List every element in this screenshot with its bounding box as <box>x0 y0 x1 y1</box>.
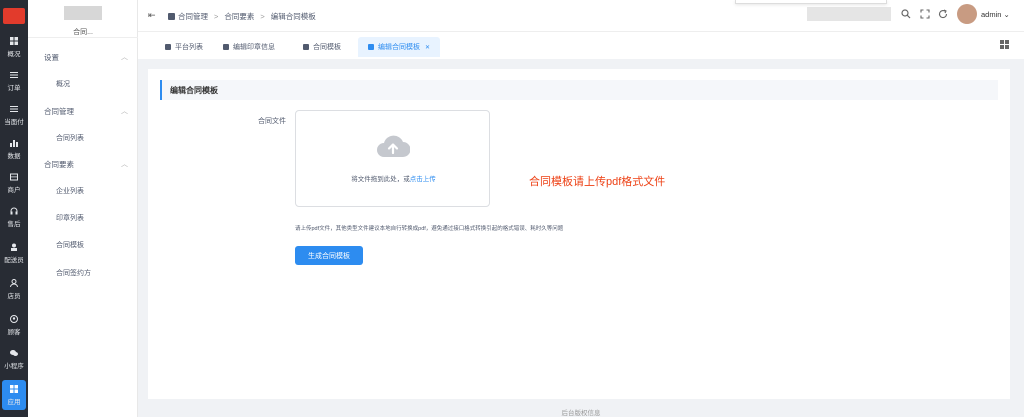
upload-note: 合同模板请上传pdf格式文件 <box>529 176 666 188</box>
rail-item-label: 店员 <box>7 292 21 300</box>
cloud-upload-icon <box>377 135 410 157</box>
module-logo <box>64 6 102 20</box>
rail-item-label: 小程序 <box>4 362 24 370</box>
breadcrumb-item[interactable]: 合同管理 <box>178 11 208 22</box>
close-icon[interactable]: ✕ <box>425 44 430 51</box>
rail-item-label: 订单 <box>7 84 21 92</box>
store-icon <box>10 173 18 180</box>
rail-item-label: 配送员 <box>4 256 24 264</box>
menu-collapse-icon[interactable]: ⇤ <box>148 10 156 21</box>
chevron-up-icon: ︿ <box>121 54 128 61</box>
tab-edit-seal[interactable]: 编辑印章信息 <box>213 37 285 57</box>
tab-platform-list[interactable]: 平台列表 <box>155 37 213 57</box>
chevron-up-icon: ︿ <box>121 161 128 168</box>
footer-copyright: 后台版权信息 <box>561 410 601 417</box>
content-card: 编辑合同模板 合同文件 将文件拖到此处，或点击上传 合同模板请上传pdf格式文件… <box>148 69 1010 399</box>
rail-item-orders[interactable]: 订单 <box>0 66 28 96</box>
breadcrumb-separator: > <box>260 12 265 21</box>
tab-label: 平台列表 <box>175 44 203 51</box>
sidebar-divider <box>28 37 138 38</box>
sidebar-item-company-list[interactable]: 企业列表 <box>56 186 84 196</box>
chevron-down-icon: ⌄ <box>1003 10 1010 19</box>
document-icon <box>168 13 175 20</box>
section-title: 编辑合同模板 <box>160 80 998 100</box>
dropdown-popup-edge <box>735 0 887 4</box>
tab-edit-contract-template[interactable]: 编辑合同模板 ✕ <box>358 37 441 57</box>
user-menu[interactable]: admin ⌄ <box>981 10 1010 19</box>
bar-chart-icon <box>10 139 18 147</box>
document-icon <box>368 44 374 50</box>
rail-item-apps[interactable]: 应用 <box>2 380 26 410</box>
rail-item-miniprogram[interactable]: 小程序 <box>0 344 28 374</box>
rail-item-overview[interactable]: 概况 <box>0 32 28 62</box>
rail-item-merchant[interactable]: 商户 <box>0 168 28 198</box>
breadcrumb-separator: > <box>214 12 219 21</box>
rail-item-label: 概况 <box>7 50 21 58</box>
upload-text: 将文件拖到此处，或 <box>351 176 410 183</box>
customer-icon <box>10 314 18 323</box>
rail-item-label: 顾客 <box>7 328 21 336</box>
upload-instructions: 将文件拖到此处，或点击上传 <box>296 173 491 183</box>
redacted-block <box>807 7 891 21</box>
rail-item-courier[interactable]: 配送员 <box>0 238 28 268</box>
rail-item-label: 数据 <box>7 152 21 160</box>
sub-sidebar: 合同... 设置 ︿ 概况 合同管理 ︿ 合同列表 合同要素 ︿ 企业列表 印章… <box>28 0 138 417</box>
generate-template-button[interactable]: 生成合同模板 <box>295 246 363 265</box>
chevron-up-icon: ︿ <box>121 108 128 115</box>
sidebar-item-seal-list[interactable]: 印章列表 <box>56 213 84 223</box>
rail-item-customer[interactable]: 顾客 <box>0 310 28 340</box>
sidebar-group-settings[interactable]: 设置 ︿ <box>44 52 128 63</box>
module-title: 合同... <box>73 29 93 36</box>
sidebar-item-contract-parties[interactable]: 合同签约方 <box>56 268 91 278</box>
refresh-icon[interactable] <box>938 9 948 19</box>
document-icon <box>303 44 309 50</box>
tab-label: 合同模板 <box>313 44 341 51</box>
headset-icon <box>10 207 18 214</box>
rail-item-data[interactable]: 数据 <box>0 134 28 164</box>
main-nav-rail: 概况 订单 当面付 数据 商户 售后 配送员 店员 顾客 小程序 应用 <box>0 0 28 417</box>
rail-item-label: 售后 <box>7 220 21 228</box>
apps-icon <box>10 384 18 393</box>
breadcrumb-item[interactable]: 合同要素 <box>224 11 254 22</box>
fullscreen-icon[interactable] <box>920 9 930 19</box>
document-icon <box>223 44 229 50</box>
sidebar-group-label: 合同管理 <box>44 107 74 116</box>
chat-icon <box>10 349 18 356</box>
sidebar-group-label: 合同要素 <box>44 160 74 169</box>
breadcrumb: 合同管理 > 合同要素 > 编辑合同模板 <box>168 11 316 22</box>
rail-item-staff[interactable]: 店员 <box>0 274 28 304</box>
courier-icon <box>11 243 17 251</box>
upload-link[interactable]: 点击上传 <box>410 176 436 183</box>
rail-item-facepay[interactable]: 当面付 <box>0 100 28 130</box>
rail-item-label: 应用 <box>7 398 21 406</box>
tabs-menu-icon[interactable] <box>1000 40 1009 49</box>
top-header: ⇤ 合同管理 > 合同要素 > 编辑合同模板 admin ⌄ <box>138 0 1024 32</box>
user-icon <box>10 278 18 287</box>
user-name: admin <box>981 10 1002 19</box>
page-tabs: 平台列表 编辑印章信息 合同模板 编辑合同模板 ✕ <box>138 32 1024 59</box>
search-icon[interactable] <box>901 9 911 19</box>
upload-hint: 请上传pdf文件，其他类型文件建议本地自行转换成pdf，避免通过接口格式转换引起… <box>295 226 564 232</box>
rail-item-label: 当面付 <box>4 118 24 126</box>
app-logo <box>3 8 25 24</box>
avatar[interactable] <box>957 4 977 24</box>
sidebar-group-label: 设置 <box>44 53 59 62</box>
rail-item-label: 商户 <box>7 186 21 194</box>
sidebar-group-contract-mgmt[interactable]: 合同管理 ︿ <box>44 106 128 117</box>
tab-contract-template[interactable]: 合同模板 <box>293 37 351 57</box>
dashboard-icon <box>10 36 18 45</box>
rail-item-aftersale[interactable]: 售后 <box>0 202 28 232</box>
settings-sliders-icon <box>165 44 171 50</box>
sidebar-item-contract-list[interactable]: 合同列表 <box>56 133 84 143</box>
tab-label: 编辑合同模板 <box>378 44 420 51</box>
field-label-contract-file: 合同文件 <box>258 118 286 125</box>
sidebar-item-overview[interactable]: 概况 <box>56 79 70 89</box>
tab-label: 编辑印章信息 <box>233 44 275 51</box>
list-icon <box>10 71 18 78</box>
list-icon <box>10 105 18 112</box>
sidebar-item-contract-template[interactable]: 合同模板 <box>56 240 84 250</box>
sidebar-group-contract-elements[interactable]: 合同要素 ︿ <box>44 159 128 170</box>
file-upload-dropzone[interactable]: 将文件拖到此处，或点击上传 <box>295 110 490 207</box>
breadcrumb-item: 编辑合同模板 <box>270 12 316 21</box>
